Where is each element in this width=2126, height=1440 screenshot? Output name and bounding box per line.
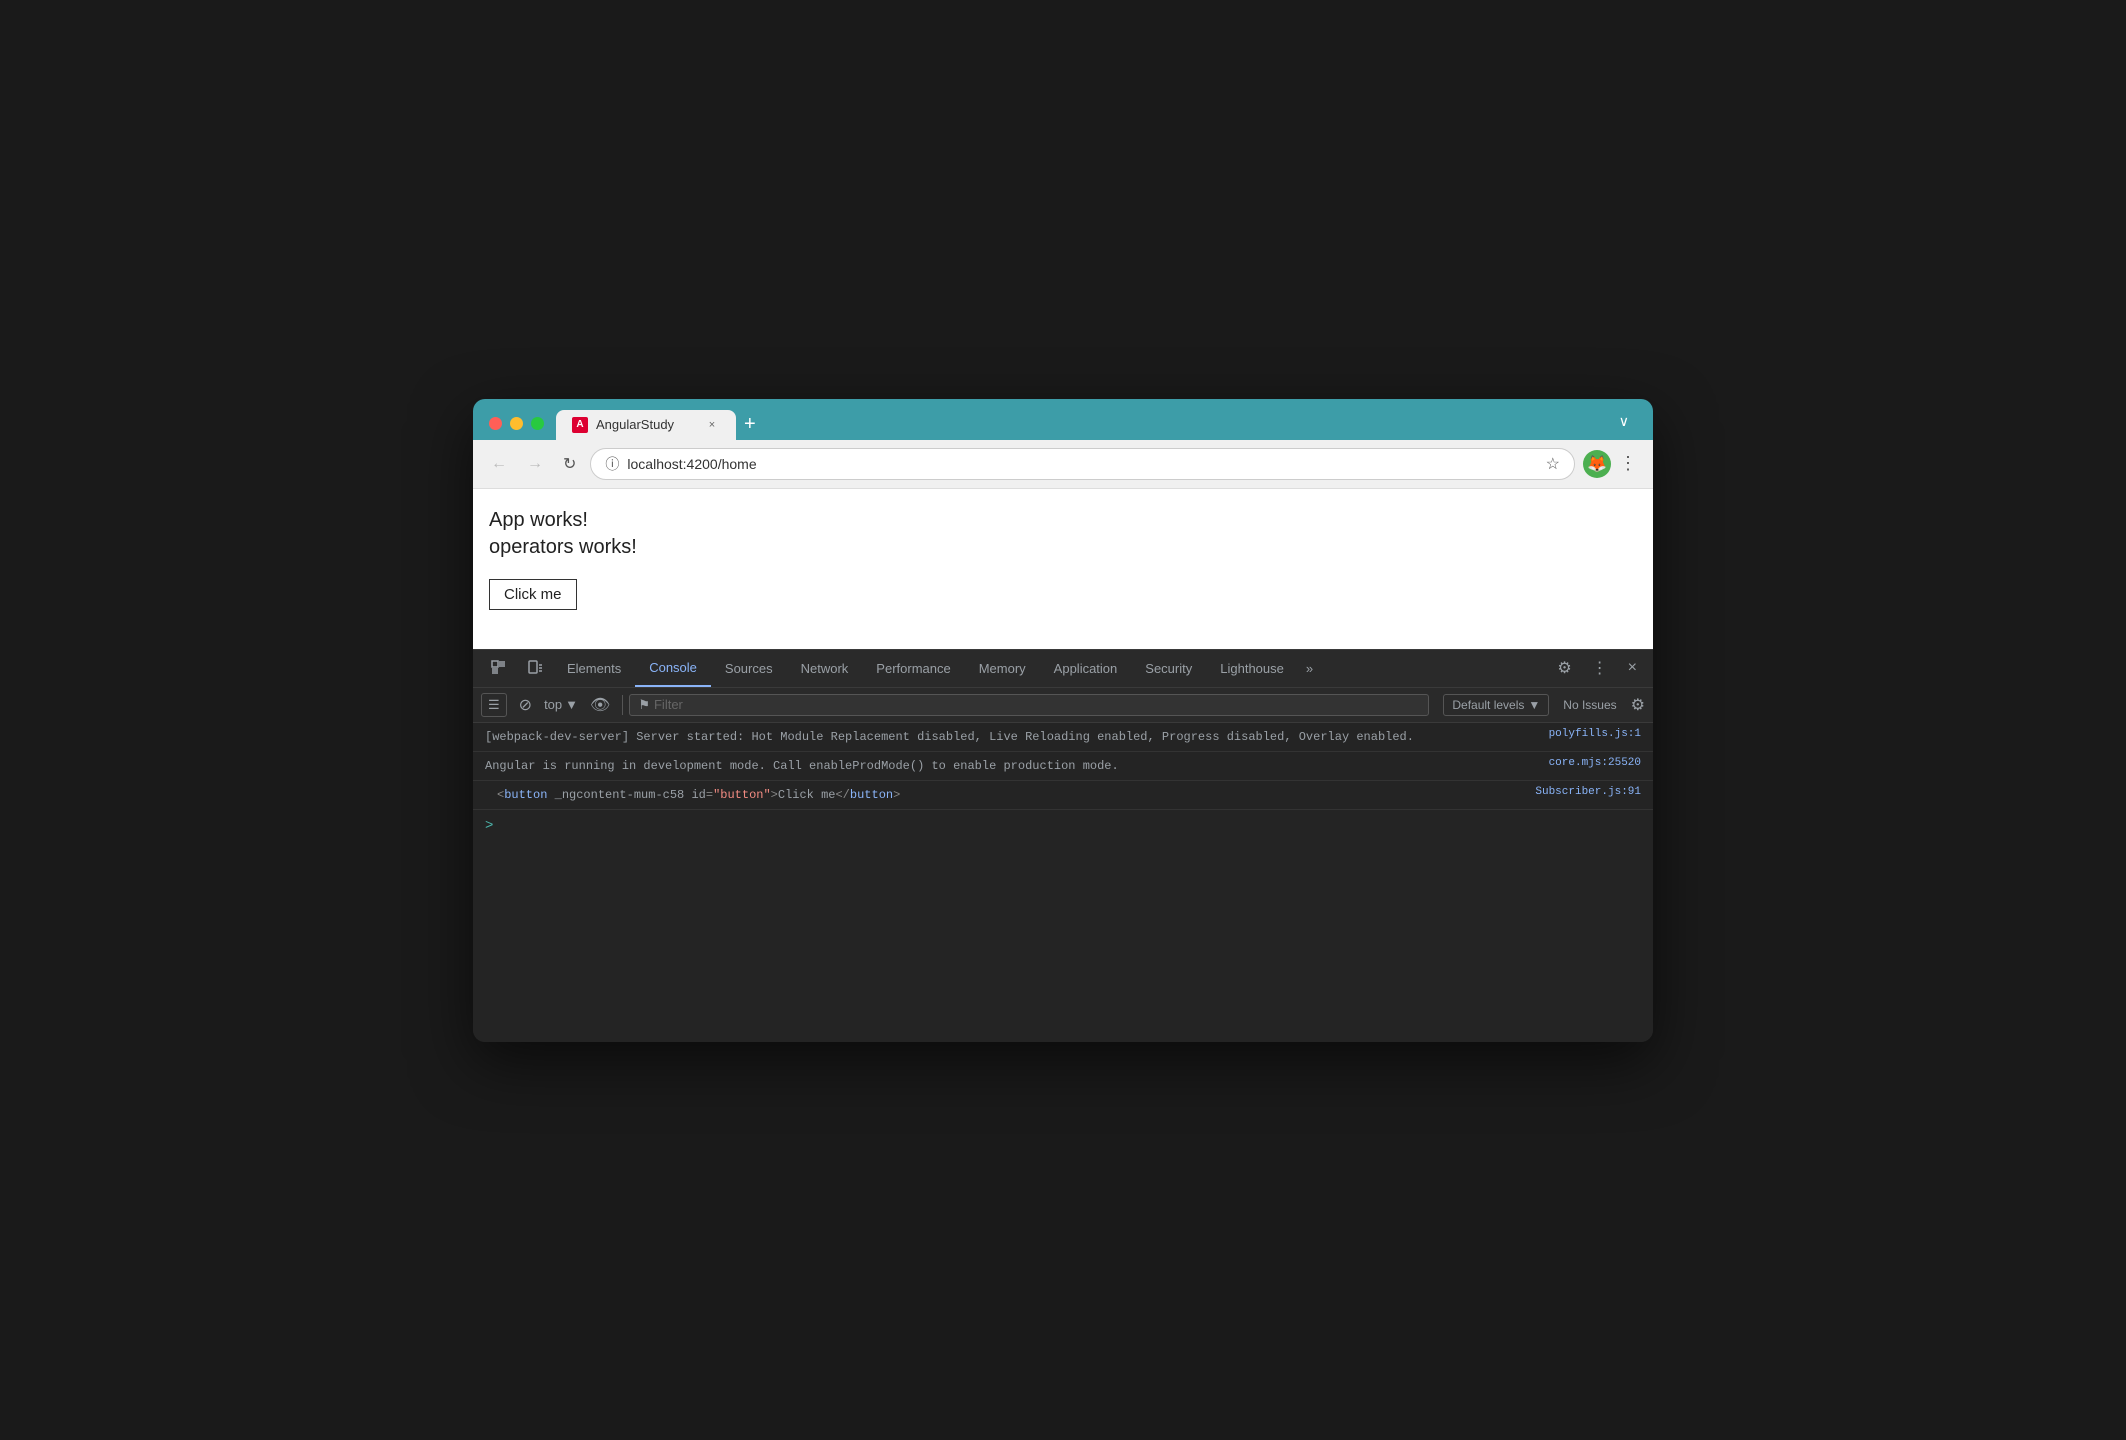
favicon-letter: A [576, 419, 583, 430]
page-content: App works! operators works! Click me [473, 489, 1653, 649]
inner-text: Click me [778, 788, 836, 802]
filter-bar[interactable]: ⚑ [629, 694, 1429, 716]
bookmark-icon[interactable]: ☆ [1546, 454, 1560, 474]
console-line-1-text: [webpack-dev-server] Server started: Hot… [485, 728, 1537, 746]
devtools-tabs: Elements Console Sources Network Perform… [553, 650, 1549, 687]
close-button[interactable] [489, 417, 502, 430]
reload-button[interactable]: ↻ [557, 450, 582, 478]
tab-title: AngularStudy [596, 417, 696, 432]
default-levels-arrow: ▼ [1528, 698, 1540, 712]
maximize-button[interactable] [531, 417, 544, 430]
console-line-2-text: Angular is running in development mode. … [485, 757, 1537, 775]
devtools-close-button[interactable]: × [1620, 653, 1645, 683]
console-output: [webpack-dev-server] Server started: Hot… [473, 723, 1653, 1042]
tab-console[interactable]: Console [635, 650, 711, 687]
html-line-link[interactable]: Subscriber.js:91 [1535, 786, 1641, 804]
app-works-text: App works! [489, 509, 1637, 532]
console-line-1-link[interactable]: polyfills.js:1 [1549, 728, 1641, 740]
click-me-button[interactable]: Click me [489, 579, 577, 610]
html-output: <button _ngcontent-mum-c58 id="button">C… [497, 786, 900, 804]
reload-icon: ↻ [563, 454, 576, 474]
devtools-panel: Elements Console Sources Network Perform… [473, 649, 1653, 1042]
console-context-selector[interactable]: top ▼ [544, 697, 578, 712]
tab-close-button[interactable]: × [704, 417, 720, 433]
attr-value: "button" [713, 788, 771, 802]
console-eye-button[interactable]: 👁 [584, 692, 616, 718]
filter-icon: ⚑ [638, 697, 650, 713]
new-tab-button[interactable]: + [736, 414, 764, 434]
attr1: _ngcontent-mum-c58 [547, 788, 684, 802]
title-bar: A AngularStudy × + ∨ [473, 399, 1653, 440]
more-tabs-button[interactable]: » [1298, 653, 1321, 684]
filter-input[interactable] [654, 697, 1420, 712]
eye-icon: 👁 [590, 697, 610, 714]
console-html-line: <button _ngcontent-mum-c58 id="button">C… [473, 781, 1653, 810]
devtools-right-icons: ⚙ ⋮ × [1549, 652, 1645, 684]
forward-icon: → [527, 455, 543, 473]
tab-lighthouse[interactable]: Lighthouse [1206, 651, 1298, 686]
window-controls [489, 417, 544, 430]
browser-window: A AngularStudy × + ∨ ← → ↻ ⓘ localhost:4… [473, 399, 1653, 1042]
operators-works-text: operators works! [489, 536, 1637, 559]
tab-bar: A AngularStudy × + ∨ [556, 409, 1637, 440]
console-line-2-link[interactable]: core.mjs:25520 [1549, 757, 1641, 769]
console-prompt[interactable]: > [473, 810, 1653, 842]
console-clear-button[interactable]: ⊘ [513, 692, 538, 718]
console-sidebar-icon: ☰ [488, 697, 500, 712]
back-icon: ← [491, 455, 507, 473]
console-toolbar: ☰ ⊘ top ▼ 👁 ⚑ Default levels ▼ No Issues [473, 688, 1653, 723]
devtools-more-button[interactable]: ⋮ [1584, 652, 1616, 684]
devtools-inspect-icon[interactable] [481, 652, 517, 684]
tab-memory[interactable]: Memory [965, 651, 1040, 686]
console-settings-button[interactable]: ⚙ [1631, 695, 1645, 715]
active-tab[interactable]: A AngularStudy × [556, 410, 736, 440]
avatar[interactable]: 🦊 [1583, 450, 1611, 478]
devtools-device-icon[interactable] [517, 652, 553, 684]
devtools-settings-button[interactable]: ⚙ [1549, 652, 1579, 684]
default-levels-label: Default levels [1452, 698, 1524, 712]
forward-button[interactable]: → [521, 451, 549, 477]
console-ban-icon: ⊘ [519, 697, 532, 714]
minimize-button[interactable] [510, 417, 523, 430]
default-levels-button[interactable]: Default levels ▼ [1443, 694, 1549, 716]
tab-application[interactable]: Application [1040, 651, 1132, 686]
tab-performance[interactable]: Performance [862, 651, 964, 686]
console-empty-area [473, 842, 1653, 1042]
console-sidebar-button[interactable]: ☰ [481, 693, 507, 717]
console-line-1: [webpack-dev-server] Server started: Hot… [473, 723, 1653, 752]
address-bar[interactable]: ⓘ localhost:4200/home ☆ [590, 448, 1575, 480]
info-icon: ⓘ [605, 454, 619, 474]
tab-sources[interactable]: Sources [711, 651, 787, 686]
nav-right-controls: 🦊 ⋮ [1583, 449, 1641, 478]
tag-name: button [504, 788, 547, 802]
tab-security[interactable]: Security [1131, 651, 1206, 686]
tab-favicon: A [572, 417, 588, 433]
avatar-icon: 🦊 [1587, 454, 1607, 474]
back-button[interactable]: ← [485, 451, 513, 477]
url-text: localhost:4200/home [627, 456, 1537, 472]
nav-bar: ← → ↻ ⓘ localhost:4200/home ☆ 🦊 ⋮ [473, 440, 1653, 489]
tab-network[interactable]: Network [787, 651, 863, 686]
browser-more-button[interactable]: ⋮ [1615, 449, 1641, 478]
attr2: id [691, 788, 705, 802]
devtools-tabs-toolbar: Elements Console Sources Network Perform… [473, 650, 1653, 688]
tab-elements[interactable]: Elements [553, 651, 635, 686]
tab-expand-button[interactable]: ∨ [1611, 409, 1637, 434]
console-context-arrow: ▼ [565, 697, 578, 712]
no-issues-badge: No Issues [1555, 695, 1624, 715]
console-line-2: Angular is running in development mode. … [473, 752, 1653, 781]
console-divider [622, 695, 623, 715]
console-context-label: top [544, 697, 562, 712]
